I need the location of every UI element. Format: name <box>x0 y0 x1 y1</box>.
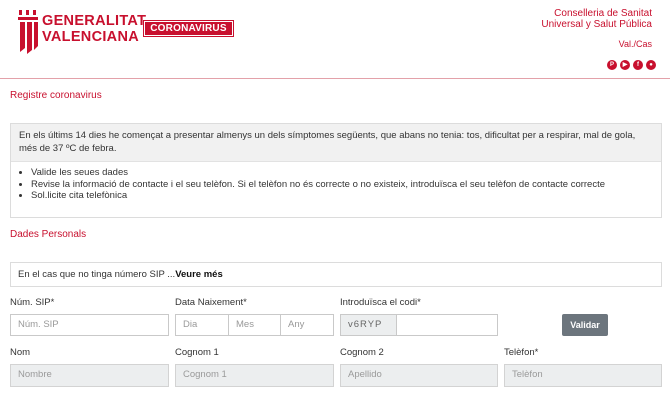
steps-list: Valide les seues dades Revise la informa… <box>19 167 605 202</box>
facebook-icon[interactable]: f <box>633 60 643 70</box>
validate-button[interactable]: Validar <box>562 314 608 336</box>
sip-input[interactable]: Núm. SIP <box>10 314 169 336</box>
sip-note: En el cas que no tinga número SIP ... <box>18 269 176 280</box>
birthdate-label: Data Naixement* <box>175 297 247 308</box>
captcha-input[interactable] <box>396 314 498 336</box>
coronavirus-badge[interactable]: CORONAVIRUS <box>143 20 234 37</box>
birth-month-input[interactable]: Mes <box>228 314 281 336</box>
sip-info-box: En el cas que no tinga número SIP ...Veu… <box>10 262 662 287</box>
surname1-label: Cognom 1 <box>175 347 219 358</box>
birth-day-input[interactable]: Dia <box>175 314 229 336</box>
notice-text: En els últims 14 dies he començat a pres… <box>19 130 636 154</box>
youtube-icon[interactable]: ▶ <box>620 60 630 70</box>
generalitat-logo-text[interactable]: GENERALITAT VALENCIANA <box>42 13 146 45</box>
generalitat-logo-icon <box>18 10 38 54</box>
flickr-icon[interactable]: ● <box>646 60 656 70</box>
sip-label: Núm. SIP* <box>10 297 55 308</box>
name-label: Nom <box>10 347 31 358</box>
code-label: Introduïsca el codi* <box>340 297 421 308</box>
phone-field[interactable]: Telèfon <box>504 364 662 387</box>
header-divider <box>0 78 670 79</box>
list-item: Sol.licite cita telefònica <box>31 190 605 202</box>
phone-label: Telèfon* <box>504 347 539 358</box>
registre-title: Registre coronavirus <box>10 90 102 101</box>
personal-data-title: Dades Personals <box>10 229 87 240</box>
see-more-link[interactable]: Veure més <box>175 269 223 280</box>
surname2-field[interactable]: Apellido <box>340 364 498 387</box>
language-switch[interactable]: Val./Cas <box>619 39 652 49</box>
department-name[interactable]: Conselleria de Sanitat Universal y Salut… <box>541 8 652 30</box>
symptoms-notice: En els últims 14 dies he començat a pres… <box>10 123 662 218</box>
list-item: Revise la informació de contacte i el se… <box>31 179 605 191</box>
birth-year-input[interactable]: Any <box>280 314 334 336</box>
pinterest-icon[interactable]: P <box>607 60 617 70</box>
notice-header: En els últims 14 dies he començat a pres… <box>11 124 661 162</box>
surname1-field[interactable]: Cognom 1 <box>175 364 334 387</box>
name-field[interactable]: Nombre <box>10 364 169 387</box>
captcha-code: v6RYP <box>340 314 397 336</box>
surname2-label: Cognom 2 <box>340 347 384 358</box>
list-item: Valide les seues dades <box>31 167 605 179</box>
